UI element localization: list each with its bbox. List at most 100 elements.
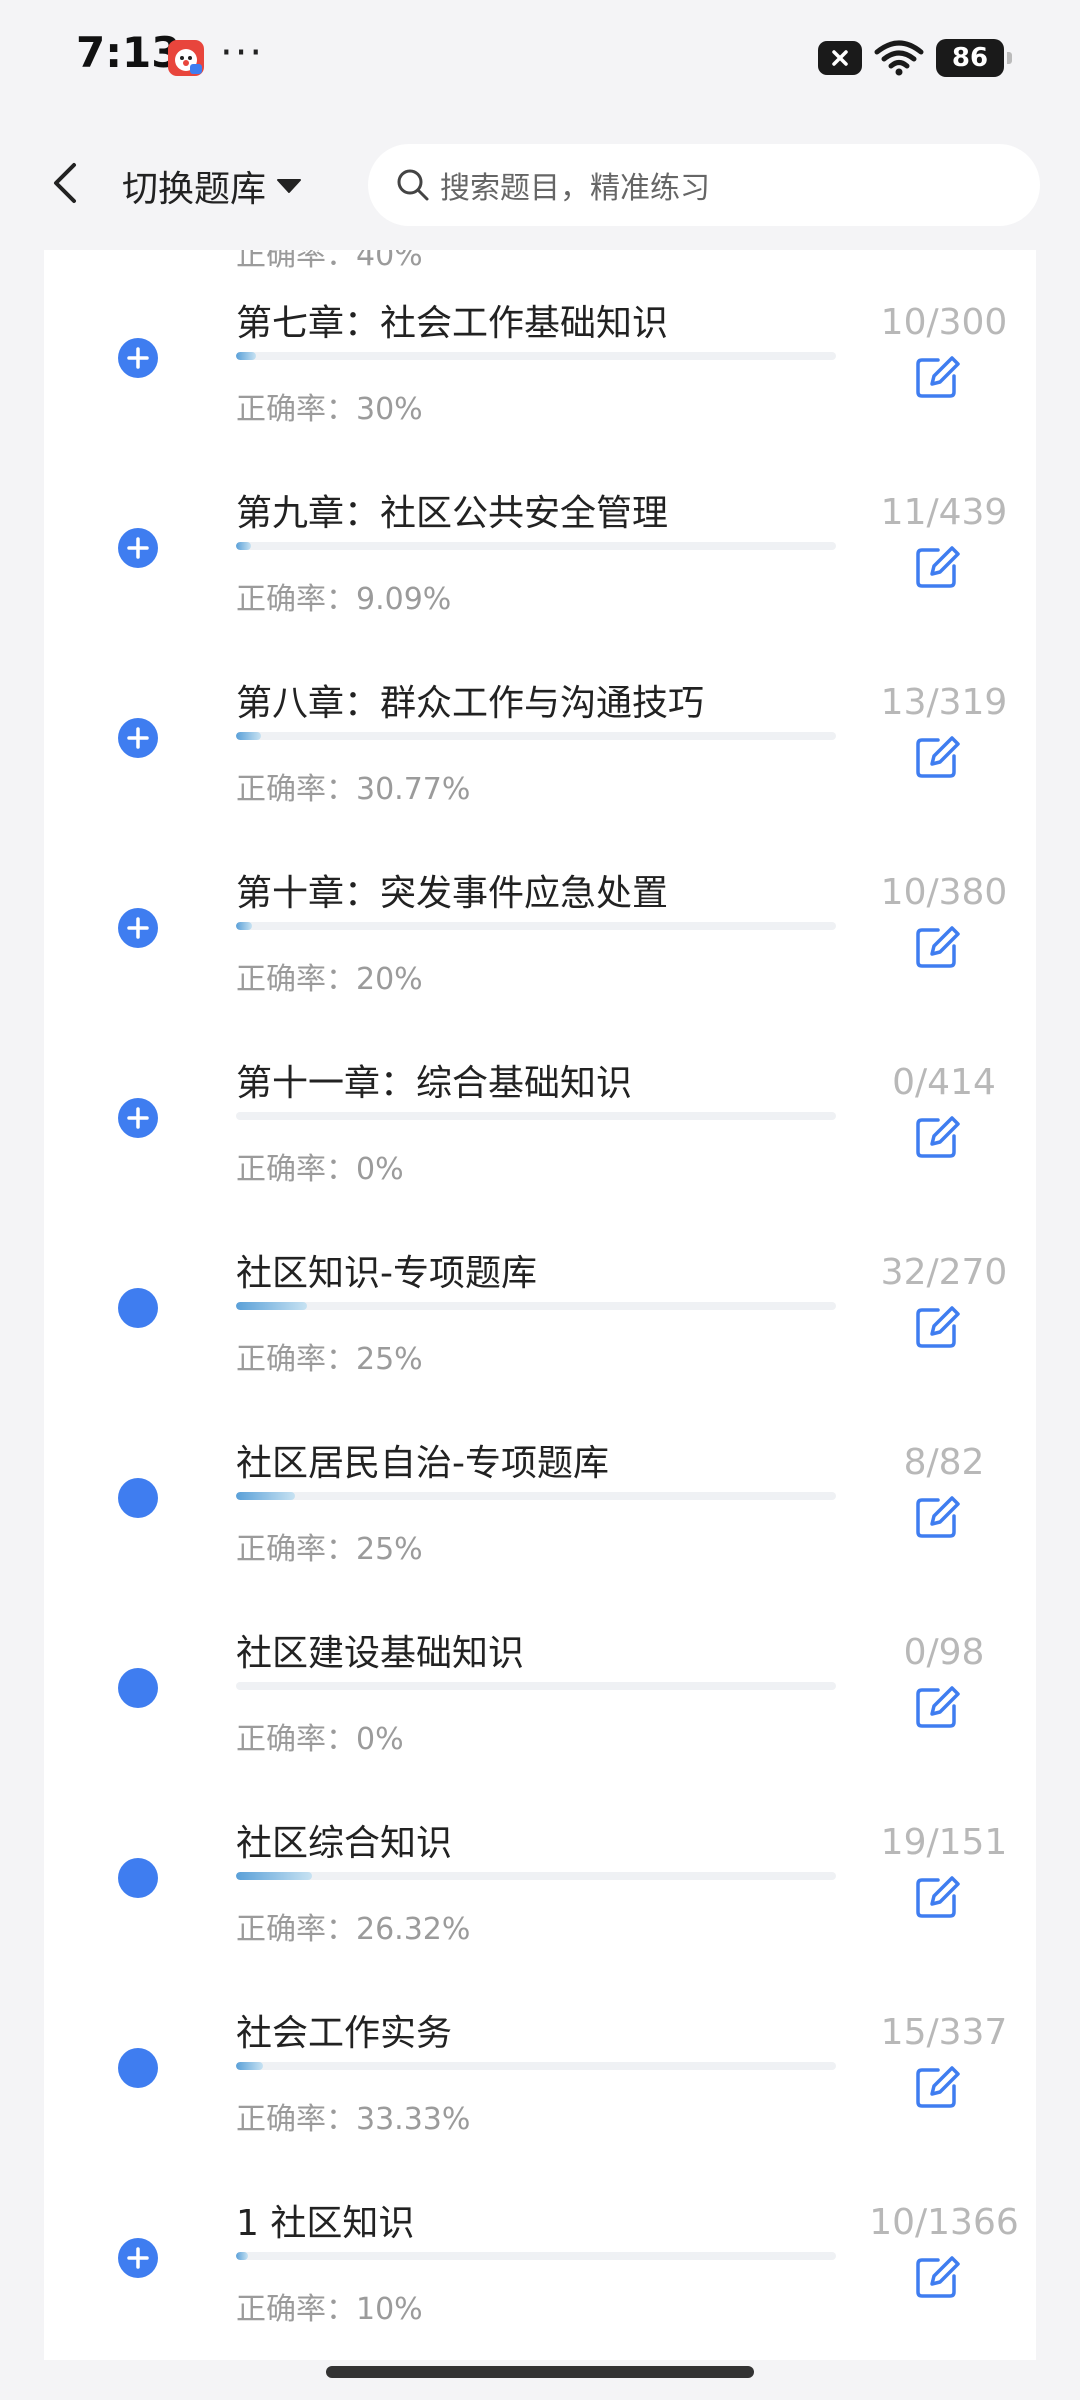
item-count: 0/414 <box>892 1062 996 1103</box>
plus-circle-icon <box>119 2239 157 2277</box>
item-accuracy: 正确率：30% <box>236 392 423 427</box>
progress-bar <box>236 1112 836 1120</box>
list-item[interactable]: 第十章：突发事件应急处置 正确率：20% 10/380 <box>44 872 1036 1072</box>
progress-fill <box>236 922 252 930</box>
item-title: 第九章：社区公共安全管理 <box>236 493 669 534</box>
list-item[interactable]: 第七章：社会工作基础知识 正确率：30% 10/300 <box>44 302 1036 502</box>
expand-button[interactable] <box>118 528 158 568</box>
progress-fill <box>236 732 261 740</box>
progress-bar <box>236 2252 836 2260</box>
plus-circle-icon <box>119 529 157 567</box>
item-accuracy: 正确率：10% <box>236 2292 423 2327</box>
expand-button[interactable] <box>118 2238 158 2278</box>
chevron-left-icon <box>54 163 76 203</box>
search-placeholder: 搜索题目，精准练习 <box>440 171 710 206</box>
progress-fill <box>236 1112 238 1120</box>
expand-button[interactable] <box>118 908 158 948</box>
home-indicator[interactable] <box>326 2366 754 2378</box>
edit-icon[interactable] <box>912 922 962 972</box>
caret-down-icon <box>277 179 302 193</box>
edit-icon[interactable] <box>912 1682 962 1732</box>
progress-fill <box>236 2252 248 2260</box>
item-accuracy: 正确率：9.09% <box>236 582 452 617</box>
edit-icon[interactable] <box>912 542 962 592</box>
progress-bar <box>236 542 836 550</box>
back-button[interactable] <box>40 158 90 208</box>
list-item[interactable]: 第八章：群众工作与沟通技巧 正确率：30.77% 13/319 <box>44 682 1036 882</box>
item-count: 10/300 <box>880 302 1008 343</box>
app-mascot-icon <box>168 40 204 76</box>
list-item[interactable]: 社区知识-专项题库 正确率：25% 32/270 <box>44 1252 1036 1452</box>
edit-icon[interactable] <box>912 1492 962 1542</box>
list-item[interactable]: 社区建设基础知识 正确率：0% 0/98 <box>44 1632 1036 1832</box>
switch-bank-label: 切换题库 <box>122 169 267 210</box>
item-accuracy: 正确率：0% <box>236 1152 404 1187</box>
list-item[interactable]: 社会工作实务 正确率：33.33% 15/337 <box>44 2012 1036 2212</box>
item-accuracy: 正确率：25% <box>236 1532 423 1567</box>
item-title: 社区建设基础知识 <box>236 1633 525 1674</box>
bullet-dot <box>118 1668 158 1708</box>
bullet-dot <box>118 1288 158 1328</box>
item-accuracy: 正确率：30.77% <box>236 772 471 807</box>
progress-bar <box>236 922 836 930</box>
item-title: 社区综合知识 <box>236 1823 453 1864</box>
list-item[interactable]: 社区综合知识 正确率：26.32% 19/151 <box>44 1822 1036 2022</box>
more-dots: ··· <box>220 30 265 76</box>
progress-bar <box>236 732 836 740</box>
list-item[interactable]: 1 社区知识 正确率：10% 10/1366 <box>44 2202 1036 2360</box>
item-count: 0/98 <box>903 1632 985 1673</box>
item-title: 社区知识-专项题库 <box>236 1253 537 1294</box>
item-count: 32/270 <box>880 1252 1008 1293</box>
progress-fill <box>236 2062 263 2070</box>
progress-fill <box>236 1682 238 1690</box>
item-count: 10/380 <box>880 872 1008 913</box>
bullet-dot <box>118 1478 158 1518</box>
item-accuracy: 正确率：33.33% <box>236 2102 471 2137</box>
item-title: 第八章：群众工作与沟通技巧 <box>236 683 705 724</box>
close-badge-icon <box>818 41 862 75</box>
expand-button[interactable] <box>118 718 158 758</box>
item-count: 11/439 <box>880 492 1008 533</box>
item-accuracy: 正确率：0% <box>236 1722 404 1757</box>
progress-bar <box>236 1872 836 1880</box>
expand-button[interactable] <box>118 1098 158 1138</box>
item-count: 13/319 <box>880 682 1008 723</box>
edit-icon[interactable] <box>912 1112 962 1162</box>
edit-icon[interactable] <box>912 2252 962 2302</box>
search-icon <box>397 169 429 201</box>
edit-icon[interactable] <box>912 732 962 782</box>
chapter-list: 正确率：40% 第七章：社会工作基础知识 正确率：30% 10/300 第九章：… <box>44 210 1036 2360</box>
progress-fill <box>236 1492 295 1500</box>
progress-bar <box>236 1302 836 1310</box>
list-item[interactable]: 第十一章：综合基础知识 正确率：0% 0/414 <box>44 1062 1036 1262</box>
item-count: 10/1366 <box>869 2202 1019 2243</box>
edit-icon[interactable] <box>912 1872 962 1922</box>
list-item[interactable]: 社区居民自治-专项题库 正确率：25% 8/82 <box>44 1442 1036 1642</box>
progress-bar <box>236 352 836 360</box>
progress-bar <box>236 1492 836 1500</box>
item-title: 1 社区知识 <box>236 2203 415 2244</box>
edit-icon[interactable] <box>912 352 962 402</box>
edit-icon[interactable] <box>912 1302 962 1352</box>
item-title: 社区居民自治-专项题库 <box>236 1443 609 1484</box>
top-bar: 切换题库 搜索题目，精准练习 <box>0 118 1080 250</box>
plus-circle-icon <box>119 719 157 757</box>
edit-icon[interactable] <box>912 2062 962 2112</box>
switch-bank-dropdown[interactable]: 切换题库 <box>122 160 302 212</box>
bullet-dot <box>118 2048 158 2088</box>
expand-button[interactable] <box>118 338 158 378</box>
item-count: 19/151 <box>880 1822 1008 1863</box>
list-item[interactable]: 第九章：社区公共安全管理 正确率：9.09% 11/439 <box>44 492 1036 692</box>
progress-fill <box>236 542 251 550</box>
item-accuracy: 正确率：26.32% <box>236 1912 471 1947</box>
status-icons: 86 <box>818 38 1012 78</box>
battery-icon: 86 <box>936 39 1012 77</box>
wifi-icon <box>874 40 924 76</box>
progress-bar <box>236 1682 836 1690</box>
progress-fill <box>236 1302 308 1310</box>
progress-fill <box>236 352 256 360</box>
item-accuracy: 正确率：20% <box>236 962 423 997</box>
item-title: 第七章：社会工作基础知识 <box>236 303 669 344</box>
search-input[interactable]: 搜索题目，精准练习 <box>368 144 1040 226</box>
plus-circle-icon <box>119 1099 157 1137</box>
